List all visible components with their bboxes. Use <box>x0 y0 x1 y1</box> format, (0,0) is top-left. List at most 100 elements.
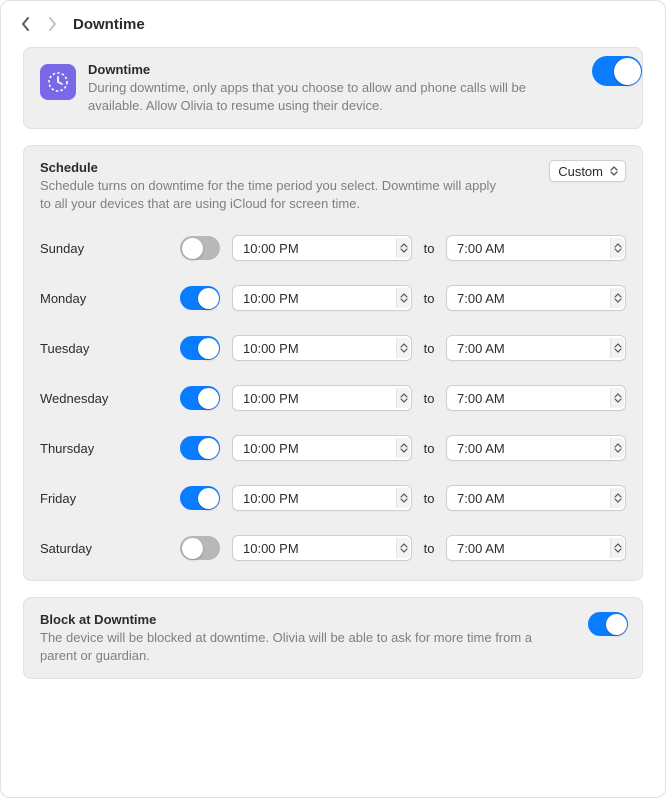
time-stepper[interactable] <box>396 438 410 458</box>
from-time-value: 10:00 PM <box>243 491 396 506</box>
to-time-field[interactable]: 7:00 AM <box>446 285 626 311</box>
from-time-value: 10:00 PM <box>243 391 396 406</box>
page-title: Downtime <box>73 16 145 33</box>
schedule-title: Schedule <box>40 160 626 175</box>
stepper-icon <box>397 389 411 407</box>
to-time-value: 7:00 AM <box>457 241 610 256</box>
to-label: to <box>412 441 446 456</box>
schedule-mode-select[interactable]: Custom <box>549 160 626 182</box>
stepper-icon <box>611 439 625 457</box>
day-toggle[interactable] <box>180 486 220 510</box>
day-label: Wednesday <box>40 391 180 406</box>
day-label: Friday <box>40 491 180 506</box>
time-stepper[interactable] <box>396 538 410 558</box>
stepper-icon <box>397 439 411 457</box>
day-row: Monday 10:00 PM to 7:00 AM <box>40 280 626 316</box>
time-stepper[interactable] <box>610 388 624 408</box>
to-time-field[interactable]: 7:00 AM <box>446 485 626 511</box>
day-label: Thursday <box>40 441 180 456</box>
stepper-icon <box>611 289 625 307</box>
day-label: Monday <box>40 291 180 306</box>
stepper-icon <box>611 539 625 557</box>
to-time-value: 7:00 AM <box>457 491 610 506</box>
stepper-icon <box>611 489 625 507</box>
stepper-icon <box>611 339 625 357</box>
from-time-field[interactable]: 10:00 PM <box>232 385 412 411</box>
time-stepper[interactable] <box>396 388 410 408</box>
day-toggle[interactable] <box>180 536 220 560</box>
day-toggle[interactable] <box>180 386 220 410</box>
to-label: to <box>412 241 446 256</box>
time-stepper[interactable] <box>396 288 410 308</box>
to-label: to <box>412 491 446 506</box>
schedule-desc: Schedule turns on downtime for the time … <box>40 177 626 212</box>
downtime-toggle[interactable] <box>592 56 642 86</box>
day-row: Tuesday 10:00 PM to 7:00 AM <box>40 330 626 366</box>
stepper-icon <box>611 239 625 257</box>
to-time-value: 7:00 AM <box>457 391 610 406</box>
schedule-mode-value: Custom <box>558 164 603 179</box>
day-toggle[interactable] <box>180 336 220 360</box>
days-list: Sunday 10:00 PM to 7:00 AM Monday 10:00 … <box>40 230 626 566</box>
time-stepper[interactable] <box>610 438 624 458</box>
to-time-field[interactable]: 7:00 AM <box>446 335 626 361</box>
from-time-field[interactable]: 10:00 PM <box>232 485 412 511</box>
from-time-value: 10:00 PM <box>243 291 396 306</box>
titlebar: Downtime <box>1 1 665 47</box>
stepper-icon <box>397 339 411 357</box>
from-time-field[interactable]: 10:00 PM <box>232 235 412 261</box>
time-stepper[interactable] <box>396 338 410 358</box>
time-stepper[interactable] <box>610 538 624 558</box>
time-stepper[interactable] <box>396 238 410 258</box>
day-row: Friday 10:00 PM to 7:00 AM <box>40 480 626 516</box>
time-stepper[interactable] <box>610 288 624 308</box>
forward-button[interactable] <box>39 9 65 39</box>
downtime-desc: During downtime, only apps that you choo… <box>88 79 536 114</box>
from-time-field[interactable]: 10:00 PM <box>232 435 412 461</box>
day-toggle[interactable] <box>180 236 220 260</box>
back-button[interactable] <box>13 9 39 39</box>
to-time-value: 7:00 AM <box>457 441 610 456</box>
day-label: Saturday <box>40 541 180 556</box>
from-time-field[interactable]: 10:00 PM <box>232 535 412 561</box>
from-time-field[interactable]: 10:00 PM <box>232 285 412 311</box>
to-label: to <box>412 391 446 406</box>
to-label: to <box>412 341 446 356</box>
day-toggle[interactable] <box>180 436 220 460</box>
stepper-icon <box>397 289 411 307</box>
block-toggle[interactable] <box>588 612 628 636</box>
to-label: to <box>412 291 446 306</box>
stepper-icon <box>611 389 625 407</box>
day-toggle[interactable] <box>180 286 220 310</box>
to-time-field[interactable]: 7:00 AM <box>446 435 626 461</box>
day-row: Wednesday 10:00 PM to 7:00 AM <box>40 380 626 416</box>
to-time-field[interactable]: 7:00 AM <box>446 385 626 411</box>
to-time-value: 7:00 AM <box>457 291 610 306</box>
from-time-value: 10:00 PM <box>243 241 396 256</box>
to-time-field[interactable]: 7:00 AM <box>446 535 626 561</box>
block-title: Block at Downtime <box>40 612 626 627</box>
day-label: Sunday <box>40 241 180 256</box>
to-time-field[interactable]: 7:00 AM <box>446 235 626 261</box>
downtime-card: Downtime During downtime, only apps that… <box>23 47 643 129</box>
day-row: Saturday 10:00 PM to 7:00 AM <box>40 530 626 566</box>
day-row: Thursday 10:00 PM to 7:00 AM <box>40 430 626 466</box>
from-time-value: 10:00 PM <box>243 341 396 356</box>
time-stepper[interactable] <box>396 488 410 508</box>
time-stepper[interactable] <box>610 488 624 508</box>
day-label: Tuesday <box>40 341 180 356</box>
downtime-icon <box>40 64 76 100</box>
downtime-title: Downtime <box>88 62 536 77</box>
time-stepper[interactable] <box>610 338 624 358</box>
stepper-icon <box>397 489 411 507</box>
from-time-value: 10:00 PM <box>243 441 396 456</box>
chevron-up-down-icon <box>607 162 621 180</box>
content-area: Downtime During downtime, only apps that… <box>1 47 665 717</box>
to-time-value: 7:00 AM <box>457 541 610 556</box>
settings-window: Downtime Downtime During downtime, only … <box>0 0 666 798</box>
to-label: to <box>412 541 446 556</box>
block-desc: The device will be blocked at downtime. … <box>40 629 626 664</box>
from-time-value: 10:00 PM <box>243 541 396 556</box>
time-stepper[interactable] <box>610 238 624 258</box>
from-time-field[interactable]: 10:00 PM <box>232 335 412 361</box>
